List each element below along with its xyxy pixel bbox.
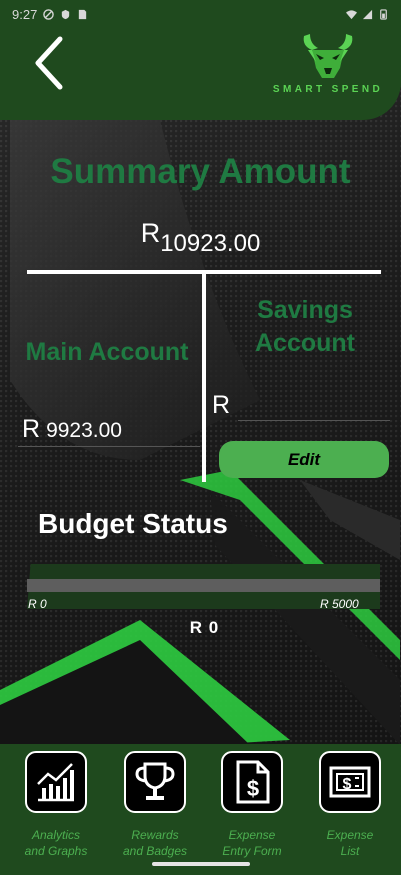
nav-label-line1: Rewards bbox=[131, 828, 179, 842]
total-currency: R bbox=[140, 218, 161, 248]
trophy-icon bbox=[135, 762, 175, 800]
nav-label: Analytics and Graphs bbox=[11, 827, 101, 859]
main-account-value: 9923.00 bbox=[46, 419, 122, 442]
bottom-navigation: Analytics and Graphs Rewards and Badges … bbox=[0, 744, 401, 875]
nav-label-line2: Entry Form bbox=[222, 844, 282, 858]
sim-card-icon bbox=[79, 9, 87, 19]
main-account-currency: R bbox=[22, 415, 41, 443]
home-indicator[interactable] bbox=[152, 862, 250, 866]
logo-text: SMART SPEND bbox=[272, 84, 384, 95]
savings-amount-input[interactable] bbox=[238, 394, 390, 421]
status-time: 9:27 bbox=[12, 6, 38, 22]
summary-title: Summary Amount bbox=[50, 152, 351, 191]
nav-rewards-and-badges[interactable]: Rewards and Badges bbox=[110, 751, 200, 859]
nav-label: Expense Entry Form bbox=[207, 827, 297, 859]
budget-max-label: R 5000 bbox=[320, 597, 359, 611]
battery-icon bbox=[380, 8, 387, 20]
nav-label: Expense List bbox=[305, 827, 395, 859]
edit-savings-button[interactable]: Edit bbox=[219, 441, 389, 478]
nav-icon-frame bbox=[25, 751, 87, 813]
nav-label-line2: and Graphs bbox=[24, 844, 88, 858]
divider-vertical bbox=[202, 272, 206, 482]
app-logo: SMART SPEND bbox=[268, 28, 388, 98]
analytics-chart-icon bbox=[37, 763, 74, 802]
savings-title-line1: Savings bbox=[257, 296, 353, 324]
nav-icon-frame: $ bbox=[221, 751, 283, 813]
nav-label-line1: Expense bbox=[228, 828, 276, 842]
nav-label-line2: and Badges bbox=[122, 844, 188, 858]
svg-text:$: $ bbox=[343, 776, 352, 793]
nav-label-line2: List bbox=[340, 844, 360, 858]
nav-expense-entry-form[interactable]: $ Expense Entry Form bbox=[207, 751, 297, 859]
nav-icon-frame: $ bbox=[319, 751, 381, 813]
main-account-title: Main Account bbox=[25, 338, 189, 366]
location-icon bbox=[62, 9, 70, 19]
status-bar: 9:27 bbox=[0, 0, 401, 28]
chevron-left-icon bbox=[35, 36, 63, 90]
bull-logo-icon bbox=[303, 34, 353, 78]
wifi-icon bbox=[346, 9, 357, 19]
nav-label: Rewards and Badges bbox=[110, 827, 200, 859]
main-account-underline bbox=[18, 446, 200, 447]
nav-label-line1: Expense bbox=[326, 828, 374, 842]
budget-status-title: Budget Status bbox=[38, 508, 228, 539]
nav-icon-frame bbox=[124, 751, 186, 813]
nav-analytics-and-graphs[interactable]: Analytics and Graphs bbox=[11, 751, 101, 859]
do-not-disturb-icon bbox=[43, 8, 55, 20]
nav-expense-list[interactable]: $ Expense List bbox=[305, 751, 395, 859]
savings-title-line2: Account bbox=[255, 329, 355, 357]
main-account-amount: R 9923.00 bbox=[22, 415, 122, 444]
svg-text:$: $ bbox=[247, 776, 259, 801]
savings-account-currency: R bbox=[212, 391, 231, 419]
total-amount: R10923.00 bbox=[0, 218, 401, 257]
back-button[interactable] bbox=[24, 32, 76, 94]
total-value: 10923.00 bbox=[160, 230, 261, 257]
budget-progress-bar bbox=[27, 579, 380, 592]
budget-min-label: R 0 bbox=[28, 597, 47, 611]
money-bill-icon: $ bbox=[329, 766, 371, 798]
document-dollar-icon: $ bbox=[236, 760, 270, 804]
signal-icon bbox=[362, 9, 373, 19]
budget-current-value: R 0 bbox=[189, 618, 220, 637]
nav-label-line1: Analytics bbox=[31, 828, 81, 842]
savings-account-title: Savings Account bbox=[230, 294, 380, 360]
